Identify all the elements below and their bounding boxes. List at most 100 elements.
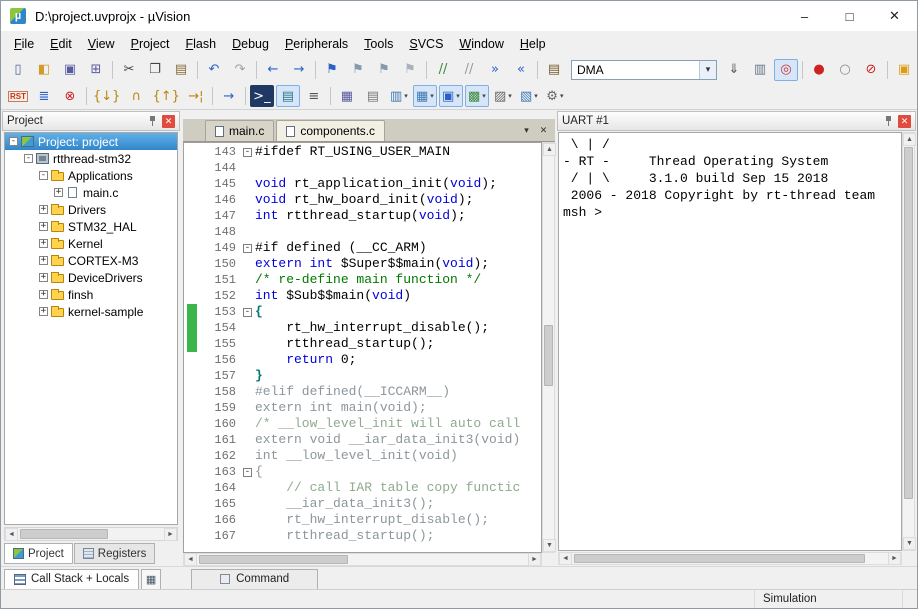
pin-icon[interactable] xyxy=(148,115,158,127)
project-panel-close-icon[interactable]: ✕ xyxy=(162,115,175,128)
memory-windows-icon[interactable]: ▦▾ xyxy=(413,85,437,107)
serial-windows-icon[interactable]: ▣▾ xyxy=(439,85,463,107)
maximize-button[interactable]: □ xyxy=(827,1,872,31)
menu-svcs[interactable]: SVCS xyxy=(401,34,451,54)
registers-window-icon[interactable]: ▦ xyxy=(335,85,359,107)
copy-icon[interactable]: ❐ xyxy=(143,59,167,81)
prev-bookmark-icon[interactable]: ⚑ xyxy=(346,59,370,81)
command-window-icon[interactable]: >_ xyxy=(250,85,274,107)
flash-download-icon[interactable]: ⇓ xyxy=(722,59,746,81)
kill-breakpoints-icon[interactable]: ⊘ xyxy=(859,59,883,81)
disassembly-window-icon[interactable]: ▤ xyxy=(276,85,300,107)
scroll-thumb[interactable] xyxy=(20,529,108,539)
toolbox-icon[interactable]: ⚙▾ xyxy=(543,85,567,107)
code-line[interactable]: 155 rtthread_startup(); xyxy=(184,336,541,352)
menu-tools[interactable]: Tools xyxy=(356,34,401,54)
tree-item-kernel-sample[interactable]: +kernel-sample xyxy=(5,303,177,320)
editor-tab-close-icon[interactable] xyxy=(535,122,552,139)
editor-hscrollbar[interactable]: ◄ ► xyxy=(183,553,542,566)
minimize-button[interactable]: – xyxy=(782,1,827,31)
save-icon[interactable]: ▣ xyxy=(58,59,82,81)
code-line[interactable]: 167 rtthread_startup(); xyxy=(184,528,541,544)
code-line[interactable]: 144 xyxy=(184,160,541,176)
code-line[interactable]: 160/* __low_level_init will auto call xyxy=(184,416,541,432)
target-select-combo[interactable]: DMA xyxy=(571,60,717,80)
tree-item-finsh[interactable]: +finsh xyxy=(5,286,177,303)
scroll-thumb[interactable] xyxy=(199,555,348,564)
scroll-right-button[interactable]: ► xyxy=(164,528,177,541)
paste-icon[interactable]: ▤ xyxy=(169,59,193,81)
scroll-up-button[interactable]: ▲ xyxy=(543,143,556,156)
panel-tab-project[interactable]: Project xyxy=(4,543,73,564)
scroll-track[interactable] xyxy=(572,553,888,564)
insert-breakpoint-icon[interactable]: ● xyxy=(807,59,831,81)
analysis-windows-icon[interactable]: ▩▾ xyxy=(465,85,489,107)
scroll-right-button[interactable]: ► xyxy=(528,553,541,566)
call-stack-locals-tab[interactable]: Call Stack + Locals xyxy=(4,569,139,590)
scroll-down-button[interactable]: ▼ xyxy=(543,539,556,552)
pin-icon[interactable] xyxy=(884,115,894,127)
tree-item-cortex-m3[interactable]: +CORTEX-M3 xyxy=(5,252,177,269)
fold-marker-icon[interactable]: - xyxy=(243,308,252,317)
new-file-icon[interactable]: ▯ xyxy=(6,59,30,81)
scroll-up-button[interactable]: ▲ xyxy=(903,133,916,146)
trace-windows-icon[interactable]: ▨▾ xyxy=(491,85,515,107)
code-line[interactable]: 150extern int $Super$$main(void); xyxy=(184,256,541,272)
scroll-down-button[interactable]: ▼ xyxy=(903,537,916,550)
comment-icon[interactable]: // xyxy=(431,59,455,81)
menu-file[interactable]: File xyxy=(6,34,42,54)
scroll-thumb[interactable] xyxy=(904,147,913,499)
combo-dropdown-arrow-icon[interactable] xyxy=(699,61,716,79)
scroll-left-button[interactable]: ◄ xyxy=(559,552,572,565)
menu-peripherals[interactable]: Peripherals xyxy=(277,34,356,54)
code-line[interactable]: 163-{ xyxy=(184,464,541,480)
undo-icon[interactable]: ↶ xyxy=(202,59,226,81)
code-line[interactable]: 156 return 0; xyxy=(184,352,541,368)
step-over-icon[interactable]: ∩ xyxy=(124,85,148,107)
spy-window-icon[interactable]: ▣ xyxy=(892,59,916,81)
tree-expander-icon[interactable]: + xyxy=(39,290,48,299)
show-next-statement-icon[interactable]: ≣ xyxy=(32,85,56,107)
editor-tab-components-c[interactable]: components.c xyxy=(276,120,385,141)
scroll-track[interactable] xyxy=(18,528,164,540)
menu-help[interactable]: Help xyxy=(512,34,554,54)
uart-panel-close-icon[interactable]: ✕ xyxy=(898,115,911,128)
code-line[interactable]: 158#elif defined(__ICCARM__) xyxy=(184,384,541,400)
watch-windows-icon[interactable]: ▥▾ xyxy=(387,85,411,107)
code-line[interactable]: 162int __low_level_init(void) xyxy=(184,448,541,464)
clear-bookmarks-icon[interactable]: ⚑ xyxy=(398,59,422,81)
step-out-icon[interactable]: {↑} xyxy=(150,85,181,107)
tree-expander-icon[interactable]: - xyxy=(9,137,18,146)
toggle-bookmark-icon[interactable]: ⚑ xyxy=(320,59,344,81)
symbol-window-icon[interactable]: ≡ xyxy=(302,85,326,107)
code-line[interactable]: 152int $Sub$$main(void) xyxy=(184,288,541,304)
scroll-track[interactable] xyxy=(197,554,528,565)
step-icon[interactable]: {↓} xyxy=(91,85,122,107)
save-all-icon[interactable]: ⊞ xyxy=(84,59,108,81)
code-line[interactable]: 146void rt_hw_board_init(void); xyxy=(184,192,541,208)
code-line[interactable]: 151/* re-define main function */ xyxy=(184,272,541,288)
code-line[interactable]: 148 xyxy=(184,224,541,240)
locals-grid-button[interactable]: ▦ xyxy=(141,569,161,590)
scroll-track[interactable] xyxy=(543,156,554,539)
redo-icon[interactable]: ↷ xyxy=(228,59,252,81)
tree-item-drivers[interactable]: +Drivers xyxy=(5,201,177,218)
tree-item-kernel[interactable]: +Kernel xyxy=(5,235,177,252)
scroll-thumb[interactable] xyxy=(544,325,553,386)
nav-forward-icon[interactable]: → xyxy=(287,59,311,81)
stop-icon[interactable]: ⊗ xyxy=(58,85,82,107)
menu-view[interactable]: View xyxy=(80,34,123,54)
panel-tab-registers[interactable]: Registers xyxy=(74,543,156,564)
code-line[interactable]: 149-#if defined (__CC_ARM) xyxy=(184,240,541,256)
editor-tab-main-c[interactable]: main.c xyxy=(205,120,274,141)
code-line[interactable]: 164 // call IAR table copy functic xyxy=(184,480,541,496)
tree-expander-icon[interactable]: + xyxy=(39,239,48,248)
tree-item-devicedrivers[interactable]: +DeviceDrivers xyxy=(5,269,177,286)
code-area[interactable]: 143-#ifdef RT_USING_USER_MAIN144145void … xyxy=(183,142,542,553)
scroll-track[interactable] xyxy=(903,146,914,537)
indent-icon[interactable]: » xyxy=(483,59,507,81)
target-options-icon[interactable]: ▥ xyxy=(748,59,772,81)
scroll-left-button[interactable]: ◄ xyxy=(184,553,197,566)
menu-window[interactable]: Window xyxy=(451,34,511,54)
command-window-tab[interactable]: Command xyxy=(191,569,318,590)
